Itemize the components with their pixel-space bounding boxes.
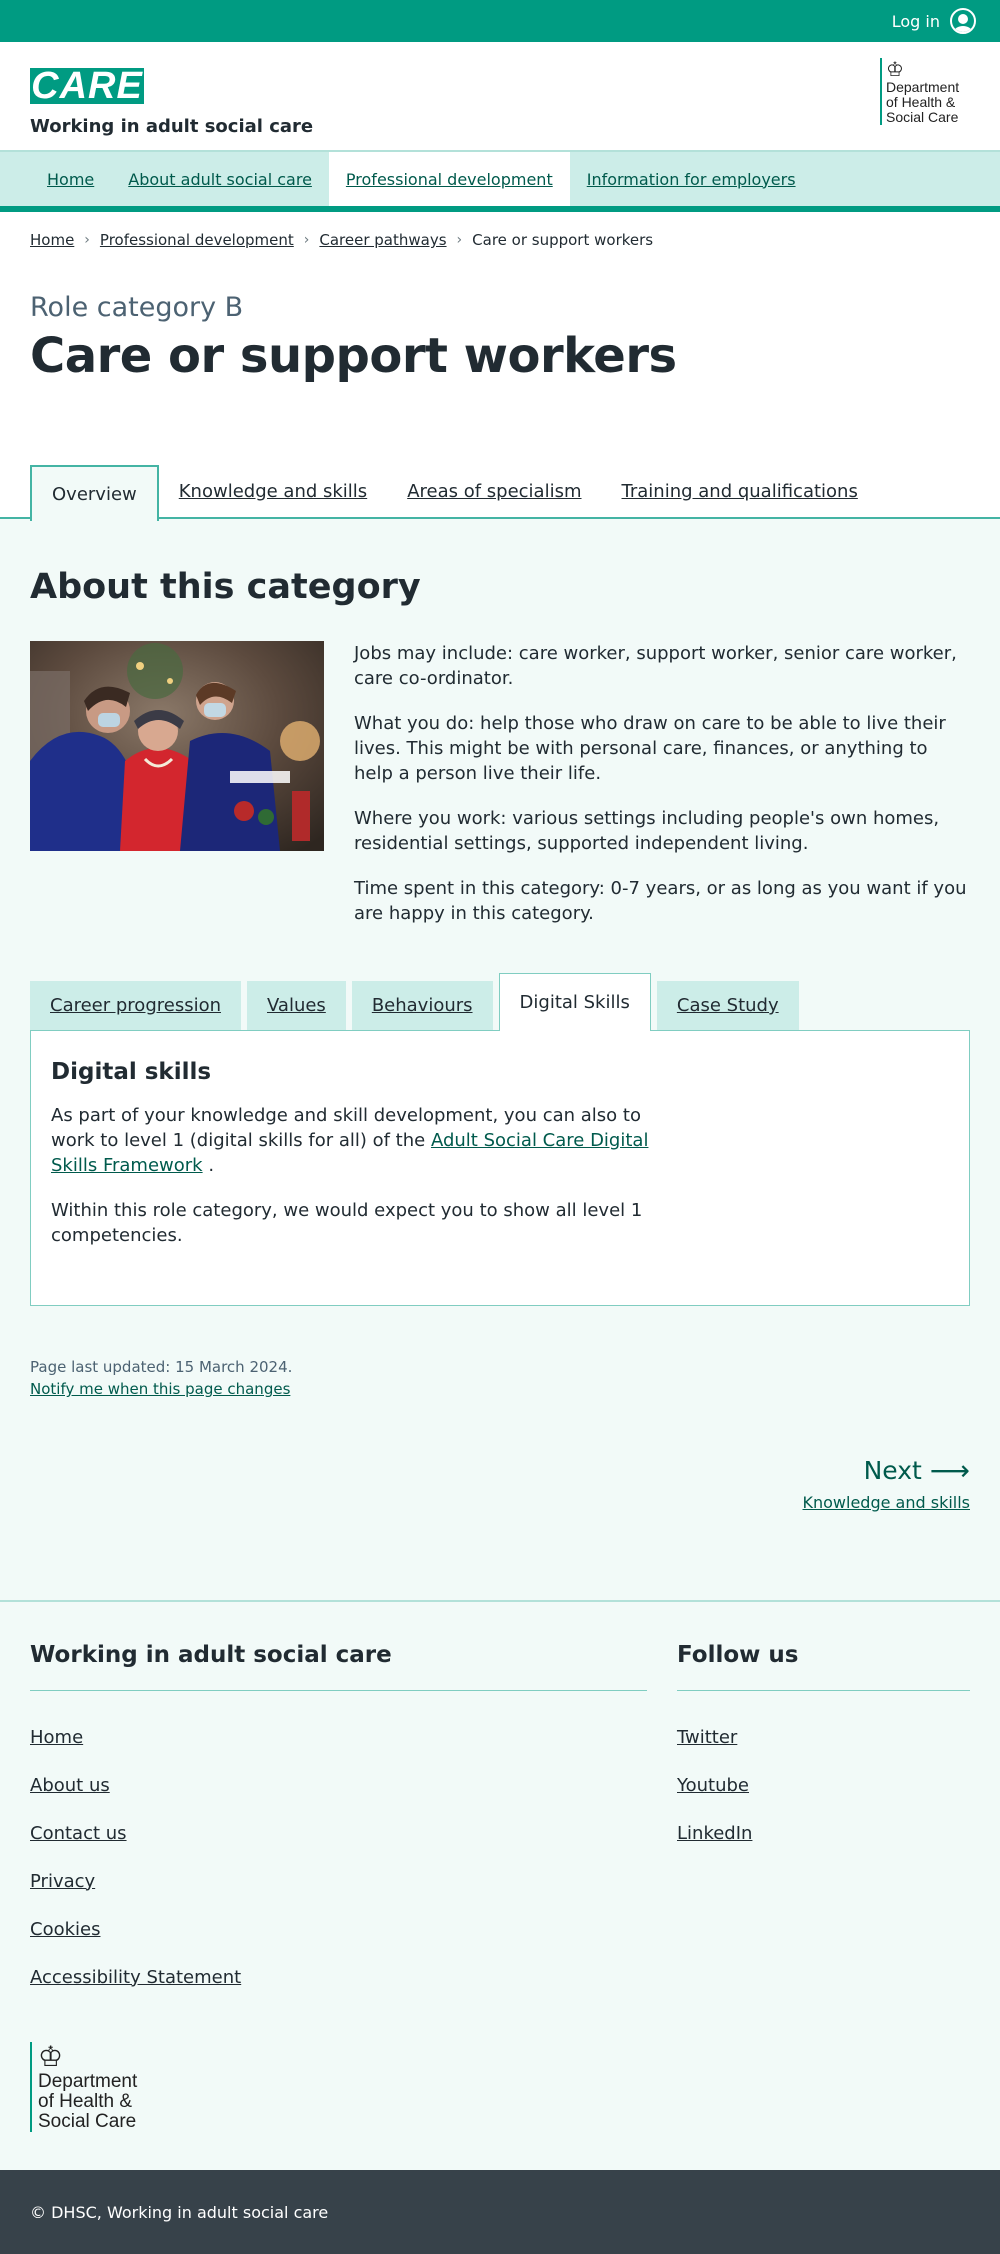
about-paragraph: Time spent in this category: 0-7 years, …	[354, 878, 967, 924]
subtab-case-study[interactable]: Case Study	[656, 981, 799, 1030]
main-navigation: Home About adult social care Professiona…	[0, 150, 1000, 212]
role-category-caption: Role category B	[30, 292, 244, 323]
footer-heading: Working in adult social care	[30, 1642, 647, 1691]
chevron-right-icon: ›	[456, 232, 463, 248]
breadcrumb-career-pathways[interactable]: Career pathways	[319, 231, 446, 249]
next-label: Next	[863, 1456, 922, 1485]
tab-training-and-qualifications[interactable]: Training and qualifications	[602, 465, 878, 517]
tab-knowledge-and-skills[interactable]: Knowledge and skills	[159, 465, 387, 517]
dhsc-text-line: Department	[38, 2071, 138, 2092]
arrow-right-icon: ⟶	[929, 1454, 970, 1487]
site-footer: Working in adult social care Home About …	[0, 1600, 1000, 2170]
nav-item-professional-development[interactable]: Professional development	[328, 152, 570, 206]
dhsc-text-line: of Health &	[38, 2091, 132, 2112]
footer-link-privacy[interactable]: Privacy	[30, 1871, 95, 1892]
footer-link-cookies[interactable]: Cookies	[30, 1919, 100, 1940]
royal-crest-icon: ♔	[38, 2040, 64, 2073]
next-page-title-link[interactable]: Knowledge and skills	[30, 1493, 971, 1512]
dhsc-text-line: of Health &	[886, 94, 956, 110]
about-row: Jobs may include: care worker, support w…	[30, 641, 970, 926]
copyright-text: © DHSC, Working in adult social care	[30, 2202, 329, 2222]
care-logo[interactable]: CARE	[30, 67, 144, 105]
care-workers-photo	[30, 641, 324, 851]
breadcrumb: Home › Professional development › Career…	[0, 212, 1000, 268]
main-tabs: Overview Knowledge and skills Areas of s…	[0, 465, 1000, 521]
sub-tabs: Career progression Values Behaviours Dig…	[30, 972, 970, 1031]
title-block: Role category B Care or support workers	[0, 268, 1000, 465]
footer-column-site: Working in adult social care Home About …	[30, 1642, 647, 2001]
subtab-digital-skills[interactable]: Digital Skills	[498, 973, 651, 1031]
subtab-career-progression[interactable]: Career progression	[30, 981, 241, 1030]
nav-item-home[interactable]: Home	[30, 152, 111, 206]
breadcrumb-home[interactable]: Home	[30, 231, 74, 249]
about-paragraph: Jobs may include: care worker, support w…	[354, 643, 957, 689]
dhsc-text-line: Social Care	[886, 109, 959, 125]
tab-areas-of-specialism[interactable]: Areas of specialism	[387, 465, 601, 517]
footer-link-youtube[interactable]: Youtube	[677, 1775, 749, 1796]
nav-item-employers[interactable]: Information for employers	[570, 152, 813, 206]
footer-link-home[interactable]: Home	[30, 1727, 83, 1748]
footer-link-linkedin[interactable]: LinkedIn	[677, 1823, 752, 1844]
dhsc-text-line: Department	[886, 79, 960, 95]
about-text: Jobs may include: care worker, support w…	[354, 641, 970, 926]
site-tagline: Working in adult social care	[30, 116, 314, 137]
footer-link-contact-us[interactable]: Contact us	[30, 1823, 127, 1844]
dhsc-logo: ♔ Department of Health & Social Care	[880, 58, 966, 125]
footer-link-accessibility[interactable]: Accessibility Statement	[30, 1967, 241, 1988]
panel-heading: Digital skills	[51, 1059, 212, 1085]
footer-link-twitter[interactable]: Twitter	[677, 1727, 737, 1748]
royal-crest-icon: ♔	[886, 57, 904, 81]
panel-paragraph: As part of your knowledge and skill deve…	[51, 1103, 651, 1178]
page-last-updated: Page last updated: 15 March 2024.	[30, 1358, 293, 1376]
breadcrumb-current: Care or support workers	[472, 231, 654, 249]
user-circle-icon	[950, 8, 976, 34]
care-workers-photo-illustration	[30, 641, 324, 851]
about-heading: About this category	[30, 567, 421, 607]
about-paragraph: What you do: help those who draw on care…	[354, 713, 946, 784]
panel-paragraph: Within this role category, we would expe…	[51, 1200, 643, 1246]
chevron-right-icon: ›	[303, 232, 310, 248]
top-bar: Log in	[0, 0, 1000, 42]
dhsc-text-line: Social Care	[38, 2111, 137, 2132]
next-link[interactable]: Next ⟶	[864, 1454, 970, 1487]
breadcrumb-professional-development[interactable]: Professional development	[100, 231, 294, 249]
panel-text-end: .	[202, 1155, 215, 1176]
next-page: Next ⟶ Knowledge and skills	[30, 1398, 971, 1600]
site-header: CARE Working in adult social care ♔ Depa…	[0, 42, 1000, 150]
footer-column-follow: Follow us Twitter Youtube LinkedIn	[677, 1642, 970, 2001]
page-title: Care or support workers	[30, 328, 677, 384]
tab-overview[interactable]: Overview	[30, 465, 159, 521]
chevron-right-icon: ›	[84, 232, 90, 248]
main-content: About this category Jobs may include: ca…	[0, 519, 1000, 1600]
copyright-bar: © DHSC, Working in adult social care	[0, 2170, 1000, 2254]
login-link[interactable]: Log in	[892, 8, 976, 34]
digital-skills-panel: Digital skills As part of your knowledge…	[30, 1030, 970, 1306]
notify-changes-link[interactable]: Notify me when this page changes	[30, 1380, 290, 1398]
subtab-behaviours[interactable]: Behaviours	[351, 981, 493, 1030]
subtab-values[interactable]: Values	[247, 981, 346, 1030]
footer-link-about-us[interactable]: About us	[30, 1775, 110, 1796]
dhsc-footer-logo: ♔ Department of Health & Social Care	[30, 2042, 150, 2132]
about-paragraph: Where you work: various settings includi…	[354, 808, 940, 854]
login-label: Log in	[891, 11, 940, 31]
footer-heading: Follow us	[677, 1642, 970, 1691]
nav-item-about[interactable]: About adult social care	[111, 152, 329, 206]
